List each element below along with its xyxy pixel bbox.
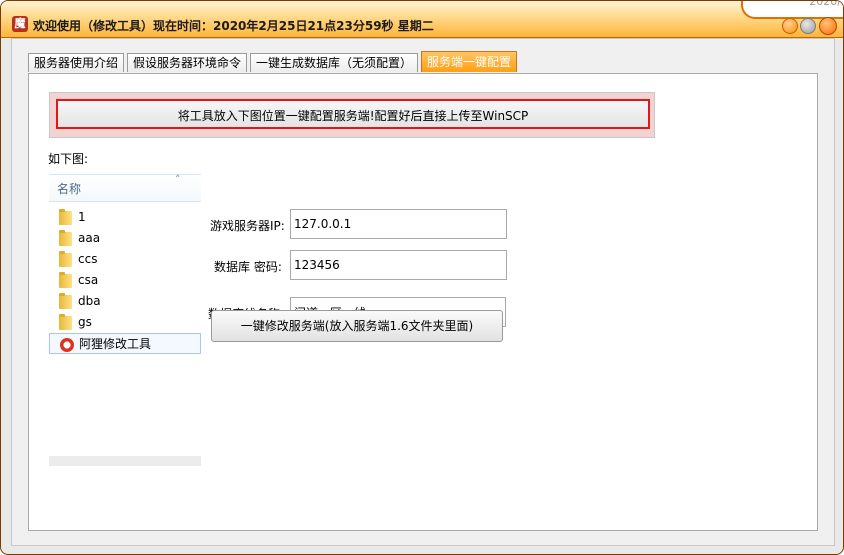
app-tool-icon — [60, 338, 74, 352]
explorer-footer — [49, 456, 201, 466]
db-password-label: 数据库 密码: — [214, 260, 282, 274]
list-item-label: ccs — [78, 252, 98, 266]
app-icon: 魔 — [12, 16, 28, 32]
tab-server-intro[interactable]: 服务器使用介绍 — [28, 53, 125, 72]
app-window: 2020/ 魔 欢迎使用（修改工具）现在时间：2020年2月25日21点23分5… — [0, 0, 844, 555]
list-item-label: dba — [78, 294, 101, 308]
folder-icon — [59, 293, 72, 309]
folder-icon — [59, 272, 72, 288]
below-image-label: 如下图: — [48, 152, 89, 166]
folder-icon — [59, 230, 72, 246]
modify-server-button[interactable]: 一键修改服务端(放入服务端1.6文件夹里面) — [211, 310, 503, 342]
tab-generate-database[interactable]: 一键生成数据库（无须配置） — [250, 53, 419, 72]
list-item-label: gs — [78, 315, 92, 329]
minimize-button[interactable] — [782, 18, 798, 34]
action-button-frame: 将工具放入下图位置一键配置服务端!配置好后直接上传至WinSCP — [49, 92, 655, 138]
configure-server-button[interactable]: 将工具放入下图位置一键配置服务端!配置好后直接上传至WinSCP — [56, 99, 650, 129]
list-item[interactable]: aaa — [49, 228, 201, 249]
list-item-label: 阿狸修改工具 — [79, 337, 152, 351]
list-item[interactable]: gs — [49, 312, 201, 333]
folder-preview: ˄ 名称 1 aaa ccs csa dba gs 阿狸修改工具 — [49, 173, 201, 466]
tab-server-config[interactable]: 服务端一键配置 — [421, 51, 518, 72]
maximize-button[interactable] — [800, 18, 816, 34]
list-item-label: 1 — [78, 210, 86, 224]
list-item[interactable]: csa — [49, 270, 201, 291]
tab-server-env-commands[interactable]: 假设服务器环境命令 — [127, 53, 248, 72]
list-item[interactable]: ccs — [49, 249, 201, 270]
close-button[interactable] — [819, 17, 837, 35]
client-area: 服务器使用介绍 假设服务器环境命令 一键生成数据库（无须配置） 服务端一键配置 … — [11, 38, 835, 546]
window-title: 欢迎使用（修改工具）现在时间：2020年2月25日21点23分59秒 星期二 — [33, 19, 434, 33]
tab-strip: 服务器使用介绍 假设服务器环境命令 一键生成数据库（无须配置） 服务端一键配置 — [28, 51, 520, 73]
db-password-input[interactable] — [290, 250, 507, 280]
list-item-label: csa — [78, 273, 99, 287]
title-bar[interactable]: 2020/ 魔 欢迎使用（修改工具）现在时间：2020年2月25日21点23分5… — [1, 1, 843, 38]
list-item-selected[interactable]: 阿狸修改工具 — [49, 333, 201, 354]
column-header-label: 名称 — [57, 182, 82, 196]
server-ip-input[interactable] — [290, 209, 507, 239]
name-column-header[interactable]: ˄ 名称 — [49, 173, 201, 202]
list-item[interactable]: dba — [49, 291, 201, 312]
sort-ascending-icon: ˄ — [175, 173, 181, 186]
list-item-label: aaa — [78, 231, 101, 245]
folder-icon — [59, 314, 72, 330]
server-ip-label: 游戏服务器IP: — [210, 219, 285, 233]
list-item[interactable]: 1 — [49, 207, 201, 228]
corner-date-text: 2020/ — [809, 0, 841, 8]
tab-panel-server-config: 将工具放入下图位置一键配置服务端!配置好后直接上传至WinSCP 如下图: ˄ … — [28, 73, 818, 531]
file-list: 1 aaa ccs csa dba gs 阿狸修改工具 — [49, 207, 201, 354]
folder-icon — [59, 209, 72, 225]
folder-icon — [59, 251, 72, 267]
